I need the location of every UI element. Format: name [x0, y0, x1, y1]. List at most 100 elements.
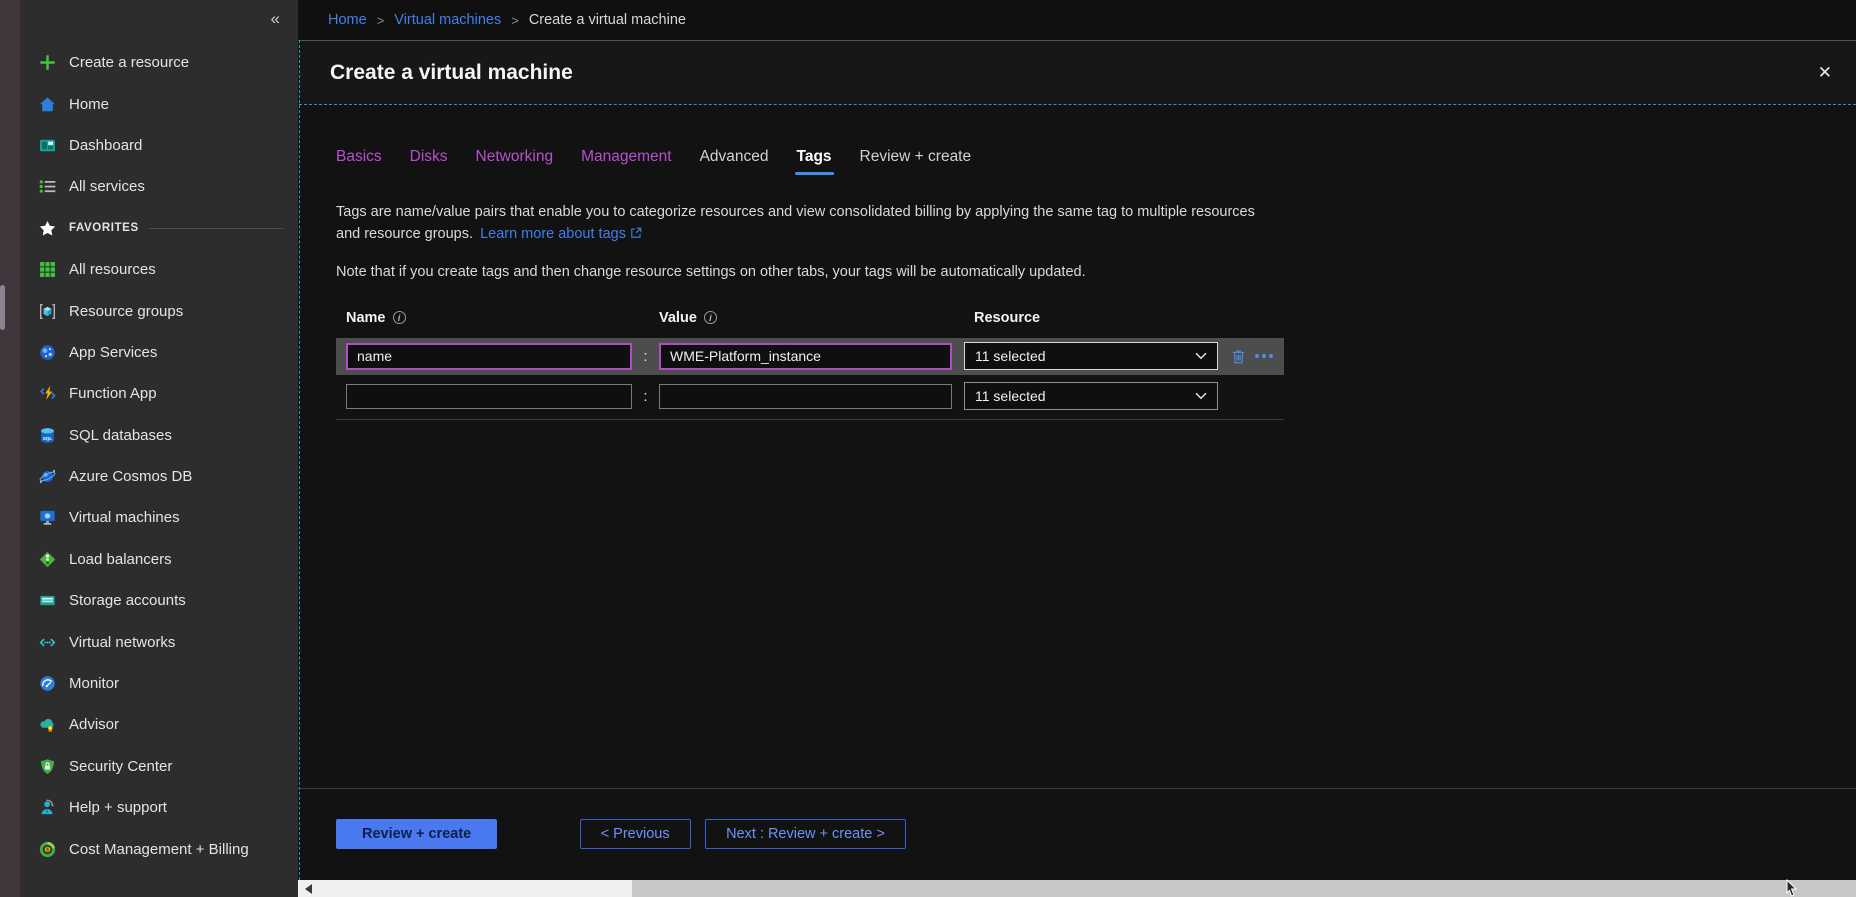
description-text: Tags are name/value pairs that enable yo…: [336, 204, 1255, 242]
azure-portal-window: « Create a resource Home DashboardAll serv…: [0, 0, 1856, 897]
sidebar-item-function-app[interactable]: Function App: [20, 373, 298, 414]
table-divider: [336, 419, 1284, 420]
database-icon: [39, 427, 56, 444]
row-actions: [1232, 349, 1273, 364]
scrollbar-thumb[interactable]: [632, 880, 1856, 897]
tab-disks[interactable]: Disks: [410, 148, 448, 175]
focus-outline-top: [299, 104, 1856, 105]
shield-icon: [39, 758, 56, 775]
tab-basics[interactable]: Basics: [336, 148, 382, 175]
sidebar-item-resource-groups[interactable]: Resource groups: [20, 290, 298, 331]
cost-icon: [39, 841, 56, 858]
resource-dropdown-value: 11 selected: [975, 388, 1046, 404]
mouse-cursor-icon: [1786, 879, 1798, 897]
globe-icon: [39, 344, 56, 361]
sidebar-item-all-resources[interactable]: All resources: [20, 249, 298, 290]
sidebar-item-virtual-networks[interactable]: Virtual networks: [20, 621, 298, 662]
column-header-label: Name: [346, 310, 386, 326]
column-header-value: Value: [659, 310, 974, 326]
page-title: Create a virtual machine: [330, 61, 573, 85]
tab-advanced[interactable]: Advanced: [700, 148, 769, 175]
tab-tags[interactable]: Tags: [797, 148, 832, 175]
info-icon[interactable]: [393, 311, 406, 324]
more-actions-icon[interactable]: [1255, 354, 1273, 358]
column-header-label: Resource: [974, 310, 1040, 326]
horizontal-scrollbar[interactable]: [298, 880, 1856, 897]
sidebar-item-load-balancers[interactable]: Load balancers: [20, 539, 298, 580]
sidebar-item-cost-management-billing[interactable]: Cost Management + Billing: [20, 828, 298, 869]
sidebar-item-storage-accounts[interactable]: Storage accounts: [20, 580, 298, 621]
sidebar-item-all-services[interactable]: All services: [20, 166, 298, 207]
gauge-icon: [39, 675, 56, 692]
column-header-label: Value: [659, 310, 697, 326]
review-create-button[interactable]: Review + create: [336, 819, 497, 849]
tag-name-input[interactable]: [346, 343, 632, 370]
sidebar-item-label: App Services: [69, 344, 157, 361]
planet-icon: [39, 468, 56, 485]
support-icon: [39, 799, 56, 816]
sidebar-item-label: Resource groups: [69, 303, 183, 320]
sidebar-item-label: Advisor: [69, 716, 119, 733]
sidebar-item-help-support[interactable]: Help + support: [20, 787, 298, 828]
divider: [149, 228, 284, 229]
delete-row-icon[interactable]: [1232, 349, 1245, 364]
scroll-left-arrow-icon[interactable]: [300, 880, 317, 897]
chevron-down-icon: [1195, 352, 1207, 360]
sidebar-item-label: Monitor: [69, 675, 119, 692]
tab-management[interactable]: Management: [581, 148, 671, 175]
sidebar-item-security-center[interactable]: Security Center: [20, 746, 298, 787]
sidebar-item-dashboard[interactable]: Dashboard: [20, 125, 298, 166]
list-icon: [39, 178, 56, 195]
panel-header: Create a virtual machine ✕: [298, 40, 1856, 104]
sidebar-item-advisor[interactable]: Advisor: [20, 704, 298, 745]
breadcrumb-separator-icon: >: [377, 13, 385, 28]
previous-button[interactable]: < Previous: [580, 819, 691, 849]
sidebar-item-label: Help + support: [69, 799, 167, 816]
external-link-icon: [630, 227, 642, 239]
sidebar-item-app-services[interactable]: App Services: [20, 332, 298, 373]
sidebar-item-label: Storage accounts: [69, 592, 186, 609]
sidebar-item-monitor[interactable]: Monitor: [20, 663, 298, 704]
breadcrumb-create-a-virtual-machine: Create a virtual machine: [529, 12, 686, 28]
sidebar-item-label: Home: [69, 96, 109, 113]
edge-scroll-indicator: [0, 285, 5, 330]
close-icon[interactable]: ✕: [1812, 62, 1838, 84]
sidebar-item-sql-databases[interactable]: SQL databases: [20, 415, 298, 456]
grid-icon: [39, 261, 56, 278]
sidebar-item-label: Security Center: [69, 758, 172, 775]
tags-table: NameValueResource :11 selected:11 select…: [336, 310, 1856, 420]
advisor-icon: [39, 716, 56, 733]
info-icon[interactable]: [704, 311, 717, 324]
resource-dropdown[interactable]: 11 selected: [964, 342, 1218, 370]
learn-more-link[interactable]: Learn more about tags: [480, 226, 642, 242]
home-icon: [39, 96, 56, 113]
column-header-name: Name: [346, 310, 659, 326]
sidebar: « Create a resource Home DashboardAll serv…: [20, 0, 298, 897]
plus-icon: [39, 54, 56, 71]
tag-name-input[interactable]: [346, 384, 632, 409]
sidebar-item-virtual-machines[interactable]: Virtual machines: [20, 497, 298, 538]
breadcrumb: Home>Virtual machines>Create a virtual m…: [298, 0, 1856, 40]
breadcrumb-home[interactable]: Home: [328, 12, 367, 28]
tag-value-input[interactable]: [659, 343, 952, 370]
sidebar-item-create-a-resource[interactable]: Create a resource: [20, 42, 298, 83]
breadcrumb-virtual-machines[interactable]: Virtual machines: [394, 12, 501, 28]
tags-note: Note that if you create tags and then ch…: [336, 264, 1856, 280]
tag-value-input[interactable]: [659, 384, 952, 409]
sidebar-item-azure-cosmos-db[interactable]: Azure Cosmos DB: [20, 456, 298, 497]
sidebar-item-home[interactable]: Home: [20, 83, 298, 124]
next-button[interactable]: Next : Review + create >: [705, 819, 906, 849]
sidebar-item-label: Load balancers: [69, 551, 172, 568]
focus-outline-left: [299, 40, 300, 880]
tab-review-create[interactable]: Review + create: [860, 148, 972, 175]
content-area: Home>Virtual machines>Create a virtual m…: [298, 0, 1856, 897]
tab-networking[interactable]: Networking: [476, 148, 554, 175]
sidebar-item-label: Create a resource: [69, 54, 189, 71]
sidebar-collapse-icon[interactable]: «: [265, 8, 286, 30]
panel-body: Basics Disks Networking Management Advanced T…: [298, 104, 1856, 897]
tab-bar: Basics Disks Networking Management Advanced T…: [336, 148, 1856, 175]
resource-dropdown[interactable]: 11 selected: [964, 382, 1218, 410]
chevron-down-icon: [1195, 392, 1207, 400]
sidebar-section-favorites: FAVORITES: [20, 208, 298, 249]
learn-more-label: Learn more about tags: [480, 226, 626, 242]
